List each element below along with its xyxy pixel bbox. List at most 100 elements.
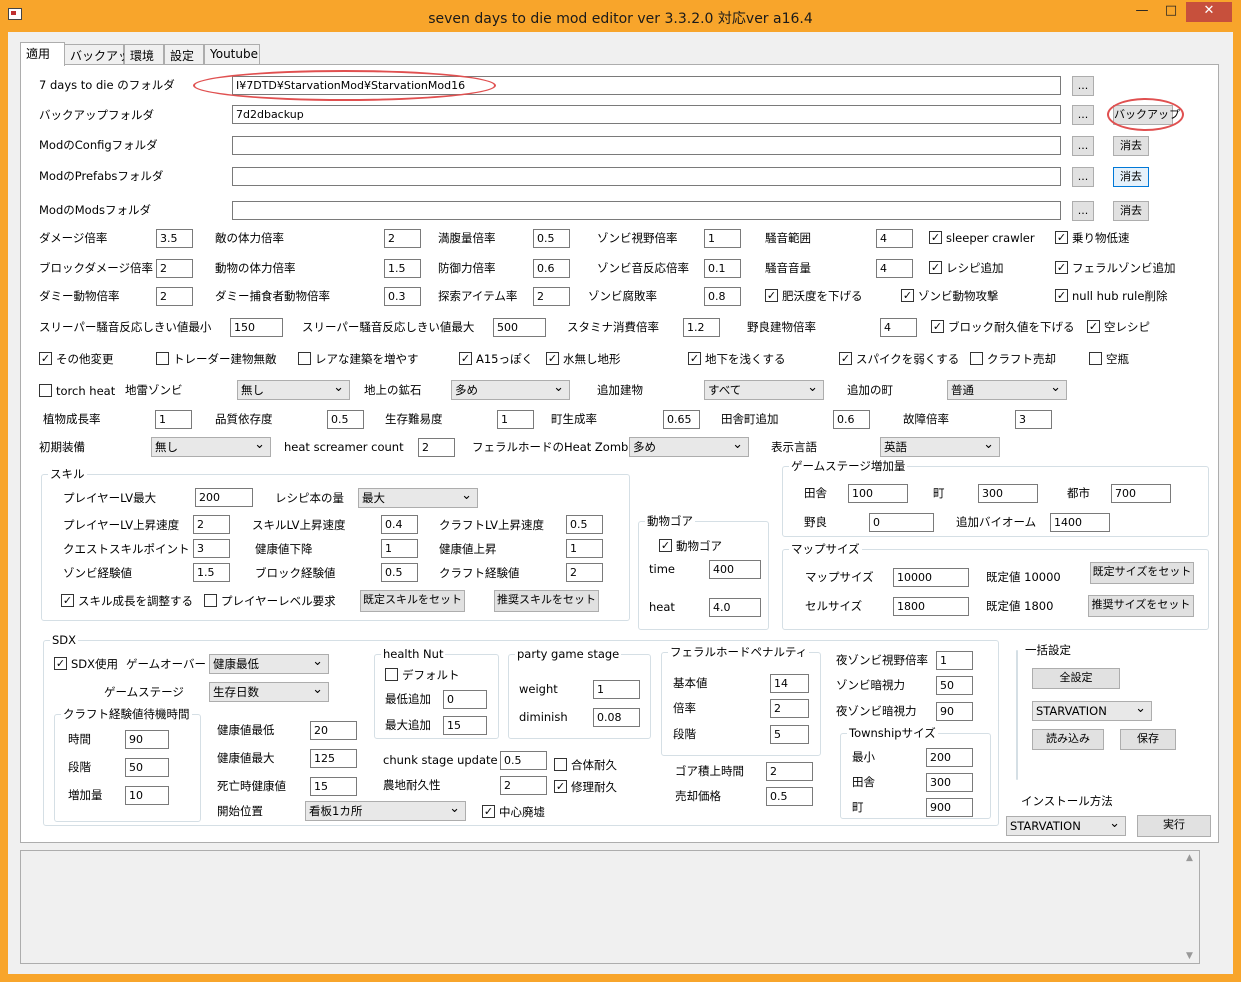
- skill-input[interactable]: 3: [193, 539, 230, 558]
- torch-heat-checkbox[interactable]: torch heat: [39, 384, 115, 398]
- cellsize-input[interactable]: 1800: [893, 597, 969, 616]
- rate-input[interactable]: 2: [156, 287, 193, 306]
- rate-input[interactable]: 4: [876, 259, 913, 278]
- clear-button[interactable]: 消去: [1113, 201, 1149, 221]
- maximize-icon[interactable]: □: [1157, 2, 1185, 22]
- gamestage-input[interactable]: 700: [1111, 484, 1171, 503]
- initial-equip-select[interactable]: 無し: [151, 436, 271, 457]
- tab-backup[interactable]: バックアップ: [64, 44, 142, 64]
- tab-apply[interactable]: 適用: [20, 42, 65, 66]
- rate-input[interactable]: 3.5: [156, 229, 193, 248]
- rate-input[interactable]: 1.2: [683, 318, 720, 337]
- save-button[interactable]: 保存: [1120, 729, 1176, 750]
- gamestage-input[interactable]: 1400: [1050, 513, 1110, 532]
- backup-folder-input[interactable]: 7d2dbackup: [232, 105, 1061, 124]
- rate-input[interactable]: 1: [497, 410, 534, 429]
- scroll-down-icon[interactable]: ▼: [1186, 951, 1193, 961]
- chunk-input[interactable]: 0.5: [500, 751, 547, 770]
- skill-input[interactable]: 2: [193, 515, 230, 534]
- rate-input[interactable]: 0.65: [663, 410, 700, 429]
- surface-ore-select[interactable]: 多め: [451, 379, 570, 400]
- diminish-input[interactable]: 0.08: [593, 708, 640, 727]
- skill-input[interactable]: 1: [566, 539, 603, 558]
- rate-input[interactable]: 1: [704, 229, 741, 248]
- feral-zombie-checkbox[interactable]: ✓ フェラルゾンビ追加: [1055, 261, 1176, 275]
- gamestage-input[interactable]: 300: [978, 484, 1038, 503]
- skill-input[interactable]: 1.5: [193, 563, 230, 582]
- township-input[interactable]: 300: [926, 773, 973, 792]
- a15-checkbox[interactable]: ✓ A15っぽく: [459, 352, 533, 366]
- adjust-skill-checkbox[interactable]: ✓ スキル成長を調整する: [61, 594, 193, 608]
- craft-sell-checkbox[interactable]: クラフト売却: [970, 352, 1056, 366]
- recipe-book-select[interactable]: 最大: [358, 487, 478, 508]
- level-requirement-checkbox[interactable]: プレイヤーレベル要求: [204, 594, 336, 608]
- skill-input[interactable]: 200: [195, 488, 253, 507]
- rate-input[interactable]: 2: [384, 229, 421, 248]
- browse-button[interactable]: ...: [1072, 136, 1094, 156]
- default-size-button[interactable]: 既定サイズをセット: [1090, 562, 1194, 584]
- zombie-animal-checkbox[interactable]: ✓ ゾンビ動物攻撃: [901, 289, 999, 303]
- tab-settings[interactable]: 設定: [164, 44, 204, 64]
- screamer-input[interactable]: 2: [418, 438, 455, 457]
- night-input[interactable]: 90: [936, 702, 973, 721]
- scroll-up-icon[interactable]: ▲: [1186, 853, 1193, 863]
- combine-durability-checkbox[interactable]: 合体耐久: [554, 758, 617, 772]
- recipe-add-checkbox[interactable]: ✓ レシピ追加: [929, 261, 1004, 275]
- extra-town-select[interactable]: 普通: [947, 379, 1067, 400]
- load-button[interactable]: 読み込み: [1032, 729, 1104, 750]
- mapsize-input[interactable]: 10000: [893, 568, 969, 587]
- gamestage-mode-select[interactable]: 生存日数: [209, 681, 329, 702]
- skill-input[interactable]: 0.4: [381, 515, 418, 534]
- rare-building-checkbox[interactable]: レアな建築を増やす: [298, 352, 419, 366]
- penalty-input[interactable]: 5: [770, 725, 809, 744]
- rate-input[interactable]: 0.8: [704, 287, 741, 306]
- extra-building-select[interactable]: すべて: [704, 379, 824, 400]
- sleeper-crawler-checkbox[interactable]: ✓ sleeper crawler: [929, 231, 1035, 245]
- config-folder-input[interactable]: [232, 136, 1061, 155]
- rate-input[interactable]: 0.3: [384, 287, 421, 306]
- gore-time-input[interactable]: 2: [766, 762, 813, 781]
- rate-input[interactable]: 3: [1015, 410, 1052, 429]
- browse-button[interactable]: ...: [1072, 76, 1094, 96]
- craft-input[interactable]: 90: [125, 730, 169, 749]
- penalty-input[interactable]: 2: [770, 699, 809, 718]
- animal-gore-checkbox[interactable]: ✓ 動物ゴア: [659, 539, 722, 553]
- minimize-icon[interactable]: —: [1128, 2, 1156, 22]
- weak-spike-checkbox[interactable]: ✓ スパイクを弱くする: [839, 352, 959, 366]
- rate-input[interactable]: 150: [230, 318, 283, 337]
- night-input[interactable]: 1: [936, 651, 973, 670]
- nut-default-checkbox[interactable]: デフォルト: [385, 668, 460, 682]
- gore-time-input[interactable]: 400: [709, 560, 761, 579]
- prefabs-folder-input[interactable]: [232, 167, 1061, 186]
- repair-durability-checkbox[interactable]: ✓ 修理耐久: [554, 780, 617, 794]
- rate-input[interactable]: 1.5: [384, 259, 421, 278]
- mine-zombie-select[interactable]: 無し: [237, 379, 350, 400]
- sdx-use-checkbox[interactable]: ✓ SDX使用: [54, 657, 118, 671]
- tab-youtube[interactable]: Youtube: [204, 44, 260, 64]
- rate-input[interactable]: 2: [156, 259, 193, 278]
- rate-input[interactable]: 4: [876, 229, 913, 248]
- skill-input[interactable]: 0.5: [381, 563, 418, 582]
- rate-input[interactable]: 2: [533, 287, 570, 306]
- default-skill-button[interactable]: 既定スキルをセット: [360, 590, 465, 612]
- browse-button[interactable]: ...: [1072, 167, 1094, 187]
- gore-heat-input[interactable]: 4.0: [709, 598, 761, 617]
- night-input[interactable]: 50: [936, 676, 973, 695]
- sell-price-input[interactable]: 0.5: [766, 787, 813, 806]
- clear-button[interactable]: 消去: [1113, 167, 1149, 187]
- block-durability-checkbox[interactable]: ✓ ブロック耐久値を下げる: [931, 320, 1075, 334]
- skill-input[interactable]: 0.5: [566, 515, 603, 534]
- log-textarea[interactable]: ▲ ▼: [20, 850, 1200, 964]
- tab-environment[interactable]: 環境: [124, 44, 164, 64]
- rate-input[interactable]: 0.5: [533, 229, 570, 248]
- gameover-select[interactable]: 健康最低: [209, 653, 329, 674]
- health-input[interactable]: 15: [310, 777, 357, 796]
- nut-min-input[interactable]: 0: [443, 690, 487, 709]
- recommended-size-button[interactable]: 推奨サイズをセット: [1088, 595, 1194, 617]
- language-select[interactable]: 英語: [880, 436, 1000, 457]
- empty-recipe-checkbox[interactable]: ✓ 空レシピ: [1087, 320, 1150, 334]
- craft-input[interactable]: 10: [125, 786, 169, 805]
- township-input[interactable]: 900: [926, 798, 973, 817]
- penalty-input[interactable]: 14: [770, 674, 809, 693]
- other-change-checkbox[interactable]: ✓ その他変更: [39, 352, 114, 366]
